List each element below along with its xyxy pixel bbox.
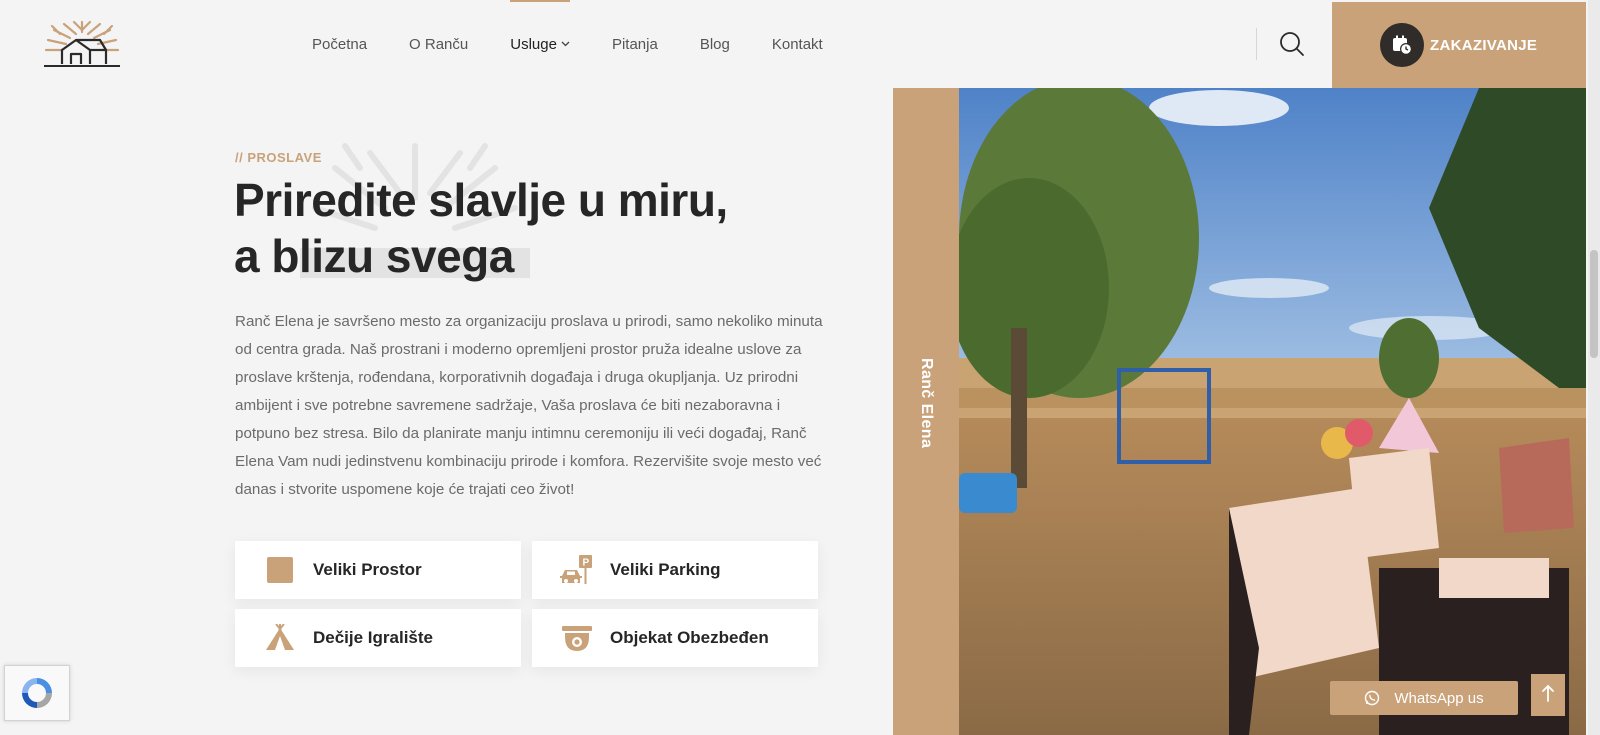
nav-item-o-ranchu[interactable]: O Ranču (409, 0, 468, 88)
ranch-photo (959, 88, 1586, 735)
feature-label: Dečije Igralište (313, 628, 434, 647)
nav-item-pitanja[interactable]: Pitanja (612, 0, 658, 88)
ranch-house-tree-logo[interactable] (42, 20, 122, 70)
nav-label: Početna (312, 35, 368, 53)
title-line-1: Priredite slavlje u miru, (234, 174, 728, 226)
side-label-text: Ranč Elena (918, 358, 935, 449)
nav-label: Usluge (510, 35, 557, 53)
svg-text:P: P (583, 558, 590, 569)
page-scrollbar[interactable] (1588, 0, 1600, 735)
feature-label: Objekat Obezbeđen (610, 628, 769, 647)
site-header: Početna O Ranču Usluge Pitanja Blog Kont… (0, 0, 1600, 88)
section-title: Priredite slavlje u miru, a blizu svega (234, 172, 794, 284)
main-nav: Početna O Ranču Usluge Pitanja Blog Kont… (312, 0, 865, 88)
page: Početna O Ranču Usluge Pitanja Blog Kont… (0, 0, 1600, 735)
section-description: Ranč Elena je savršeno mesto za organiza… (235, 313, 823, 498)
nav-label: Kontakt (771, 35, 823, 53)
booking-button[interactable]: ZAKAZIVANJE (1332, 2, 1586, 88)
tent-icon (263, 621, 297, 655)
feature-card-parking: P Veliki Parking (532, 541, 818, 599)
section-eyebrow: // PROSLAVE (235, 150, 322, 165)
search-icon[interactable] (1278, 30, 1306, 58)
whatsapp-button[interactable]: WhatsApp us (1330, 681, 1518, 715)
recaptcha-icon (22, 678, 52, 708)
scrollbar-thumb[interactable] (1590, 250, 1598, 358)
feature-card-security: Objekat Obezbeđen (532, 609, 818, 667)
scroll-to-top-button[interactable] (1531, 674, 1565, 716)
nav-label: O Ranču (409, 35, 469, 53)
side-label: Ranč Elena (893, 88, 959, 735)
recaptcha-badge[interactable] (4, 665, 70, 721)
calendar-clock-icon (1380, 23, 1424, 67)
feature-label: Veliki Parking (610, 560, 721, 579)
feature-card-playground: Dečije Igralište (235, 609, 521, 667)
header-divider (1256, 28, 1257, 60)
nav-item-kontakt[interactable]: Kontakt (772, 0, 823, 88)
nav-item-usluge[interactable]: Usluge (510, 0, 570, 88)
security-camera-icon (560, 621, 594, 655)
feature-card-space: Veliki Prostor (235, 541, 521, 599)
nav-label: Blog (699, 35, 730, 53)
whatsapp-icon (1364, 690, 1380, 706)
nav-item-pocetna[interactable]: Početna (312, 0, 367, 88)
chevron-down-icon (561, 39, 570, 50)
nav-label: Pitanja (611, 35, 658, 53)
nav-item-blog[interactable]: Blog (700, 0, 730, 88)
title-line-2: a blizu svega (234, 230, 514, 282)
arrow-up-icon (1541, 684, 1555, 707)
whatsapp-label: WhatsApp us (1394, 689, 1484, 707)
square-area-icon (263, 553, 297, 587)
booking-label: ZAKAZIVANJE (1430, 36, 1538, 54)
parking-icon: P (560, 553, 594, 587)
feature-label: Veliki Prostor (313, 560, 422, 579)
